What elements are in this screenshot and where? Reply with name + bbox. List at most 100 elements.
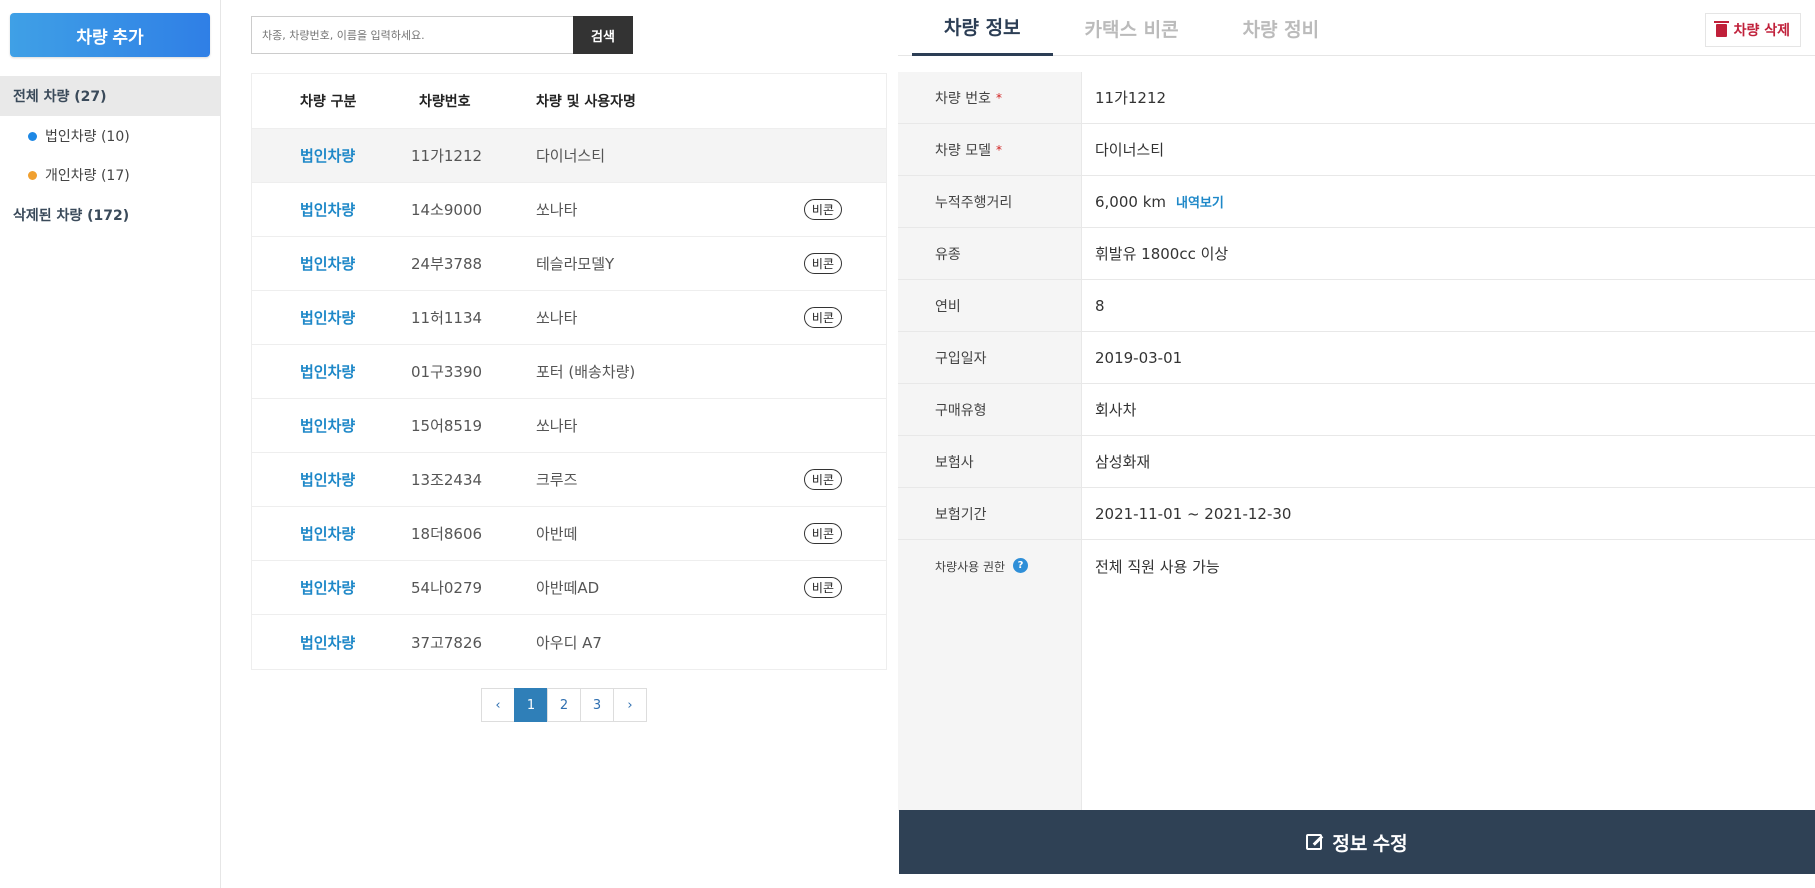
column-header-model: 차량 및 사용자명 xyxy=(536,94,636,110)
vehicle-model: 크루즈 xyxy=(536,471,578,489)
sidebar-item-deleted[interactable]: 삭제된 차량 (172) xyxy=(0,195,220,235)
help-icon[interactable]: ? xyxy=(1013,558,1029,573)
pagination: ‹ 1 2 3 › xyxy=(481,688,647,722)
info-row: 유종 휘발유 1800cc 이상 xyxy=(898,228,1815,280)
vehicle-plate: 15어8519 xyxy=(411,417,483,435)
sidebar: 차량 추가 전체 차량 (27) 법인차량 (10) 개인차량 (17) 삭제된… xyxy=(0,0,221,888)
field-value[interactable]: 다이너스티 xyxy=(1082,124,1815,175)
field-label-text: 차량사용 권한 xyxy=(935,560,1006,574)
history-link[interactable]: 내역보기 xyxy=(1176,192,1224,211)
vehicle-plate: 18더8606 xyxy=(411,525,483,543)
field-label-text: 보험사 xyxy=(935,454,974,471)
page-3-button[interactable]: 3 xyxy=(580,688,614,722)
tab-vehicle-info[interactable]: 차량 정보 xyxy=(912,0,1053,56)
field-label: 차량 모델 * xyxy=(898,124,1082,175)
field-label-text: 보험기간 xyxy=(935,506,987,523)
field-value[interactable]: 휘발유 1800cc 이상 xyxy=(1082,228,1815,279)
edit-icon xyxy=(1306,834,1323,850)
field-value[interactable]: 11가1212 xyxy=(1082,72,1815,123)
field-value[interactable]: 전체 직원 사용 가능 xyxy=(1082,540,1815,811)
table-row[interactable]: 법인차량 54나0279 아반떼AD 비콘 xyxy=(252,561,886,615)
info-row: 차량 모델 * 다이너스티 xyxy=(898,124,1815,176)
field-value[interactable]: 2021-11-01 ~ 2021-12-30 xyxy=(1082,488,1815,539)
field-label-text: 구매유형 xyxy=(935,402,987,419)
field-label: 구입일자 xyxy=(898,332,1082,383)
table-row[interactable]: 법인차량 15어8519 쏘나타 xyxy=(252,399,886,453)
edit-info-button[interactable]: 정보 수정 xyxy=(899,810,1815,874)
detail-tabs: 차량 정보 카택스 비콘 차량 정비 차량 삭제 xyxy=(898,0,1815,56)
field-value-text: 2019-03-01 xyxy=(1095,348,1183,367)
table-row[interactable]: 법인차량 37고7826 아우디 A7 xyxy=(252,615,886,669)
vehicle-type: 법인차량 xyxy=(300,147,356,165)
field-value-text: 2021-11-01 ~ 2021-12-30 xyxy=(1095,504,1292,523)
page-2-button[interactable]: 2 xyxy=(547,688,581,722)
vehicle-model: 테슬라모델Y xyxy=(536,255,615,273)
delete-vehicle-label: 차량 삭제 xyxy=(1733,23,1790,39)
vehicle-info-form: 차량 번호 * 11가1212 차량 모델 * 다이너스티누적주행거리 6,000 km 내역… xyxy=(898,72,1815,811)
tab-cartax-beacon[interactable]: 카택스 비콘 xyxy=(1053,0,1211,56)
field-value[interactable]: 회사차 xyxy=(1082,384,1815,435)
edit-info-label: 정보 수정 xyxy=(1332,833,1408,855)
beacon-badge: 비콘 xyxy=(803,523,842,544)
vehicle-type: 법인차량 xyxy=(300,525,356,543)
field-label-text: 차량 번호 xyxy=(935,90,991,107)
field-label: 보험사 xyxy=(898,436,1082,487)
info-row: 구입일자 2019-03-01 xyxy=(898,332,1815,384)
table-row[interactable]: 법인차량 14소9000 쏘나타 비콘 xyxy=(252,183,886,237)
field-label-text: 구입일자 xyxy=(935,350,987,367)
vehicle-plate: 11허1134 xyxy=(411,309,483,327)
field-label-text: 연비 xyxy=(935,298,961,315)
field-value[interactable]: 삼성화재 xyxy=(1082,436,1815,487)
beacon-badge: 비콘 xyxy=(803,253,842,274)
vehicle-table: 차량 구분 차량번호 차량 및 사용자명 법인차량 11가1212 다이너스티 법인차… xyxy=(251,73,887,670)
field-label: 유종 xyxy=(898,228,1082,279)
beacon-cell: 비콘 xyxy=(756,469,886,490)
required-mark: * xyxy=(995,142,1002,157)
tab-vehicle-maintenance[interactable]: 차량 정비 xyxy=(1211,0,1352,56)
page-1-button[interactable]: 1 xyxy=(514,688,548,722)
info-row: 차량사용 권한? 전체 직원 사용 가능 xyxy=(898,540,1815,811)
sidebar-item-label: 법인차량 (10) xyxy=(45,129,130,145)
table-row[interactable]: 법인차량 24부3788 테슬라모델Y 비콘 xyxy=(252,237,886,291)
table-row[interactable]: 법인차량 11가1212 다이너스티 xyxy=(252,129,886,183)
table-header: 차량 구분 차량번호 차량 및 사용자명 xyxy=(252,74,886,129)
field-value-text: 삼성화재 xyxy=(1095,453,1151,471)
vehicle-plate: 37고7826 xyxy=(411,633,483,652)
field-value-text: 회사차 xyxy=(1095,401,1137,419)
vehicle-plate: 54나0279 xyxy=(411,579,483,597)
prev-page-button[interactable]: ‹ xyxy=(481,688,515,722)
field-value[interactable]: 6,000 km 내역보기 xyxy=(1082,176,1815,227)
table-row[interactable]: 법인차량 13조2434 크루즈 비콘 xyxy=(252,453,886,507)
field-value[interactable]: 2019-03-01 xyxy=(1082,332,1815,383)
table-row[interactable]: 법인차량 18더8606 아반떼 비콘 xyxy=(252,507,886,561)
table-row[interactable]: 법인차량 11허1134 쏘나타 비콘 xyxy=(252,291,886,345)
info-row: 누적주행거리 6,000 km 내역보기 xyxy=(898,176,1815,228)
info-row: 구매유형 회사차 xyxy=(898,384,1815,436)
search-button[interactable]: 검색 xyxy=(573,16,633,54)
vehicle-plate: 13조2434 xyxy=(411,471,483,489)
field-label-text: 누적주행거리 xyxy=(935,194,1013,211)
vehicle-plate: 01구3390 xyxy=(411,363,483,381)
next-page-button[interactable]: › xyxy=(613,688,647,722)
sidebar-item-label: 개인차량 (17) xyxy=(45,168,130,184)
field-value-text: 11가1212 xyxy=(1095,89,1167,107)
table-row[interactable]: 법인차량 01구3390 포터 (배송차량) xyxy=(252,345,886,399)
search-bar: 검색 xyxy=(251,16,633,54)
sidebar-item-personal[interactable]: 개인차량 (17) xyxy=(0,155,220,195)
field-value[interactable]: 8 xyxy=(1082,280,1815,331)
info-row: 보험사 삼성화재 xyxy=(898,436,1815,488)
vehicle-plate: 11가1212 xyxy=(411,147,483,165)
sidebar-item-corporate[interactable]: 법인차량 (10) xyxy=(0,116,220,156)
sidebar-item-all-vehicles[interactable]: 전체 차량 (27) xyxy=(0,76,220,116)
field-label: 누적주행거리 xyxy=(898,176,1082,227)
beacon-badge: 비콘 xyxy=(803,469,842,490)
corporate-dot-icon xyxy=(28,131,37,141)
field-value-text: 6,000 km xyxy=(1095,192,1167,211)
vehicle-detail-panel: 차량 정보 카택스 비콘 차량 정비 차량 삭제 차량 번호 * 11가1212 차량… xyxy=(898,0,1815,888)
search-input[interactable] xyxy=(251,16,573,54)
vehicle-type: 법인차량 xyxy=(300,255,356,273)
field-label: 구매유형 xyxy=(898,384,1082,435)
delete-vehicle-button[interactable]: 차량 삭제 xyxy=(1704,13,1801,47)
add-vehicle-button[interactable]: 차량 추가 xyxy=(10,13,210,57)
beacon-cell: 비콘 xyxy=(756,199,886,220)
